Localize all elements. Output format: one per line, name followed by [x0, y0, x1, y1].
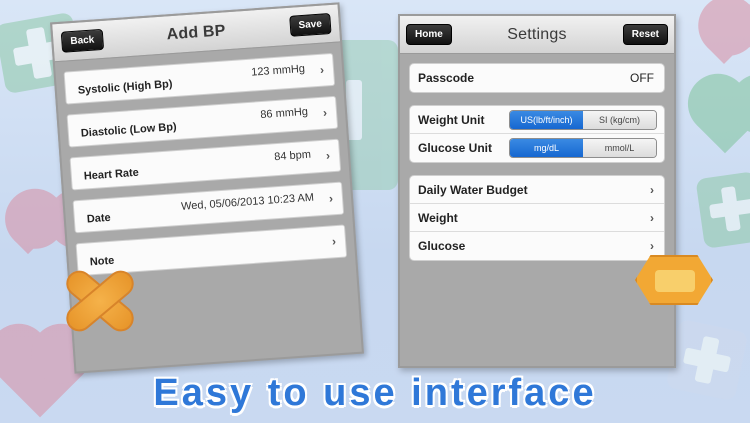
- chevron-right-icon: ›: [322, 105, 328, 120]
- hex-bandage-icon: [635, 255, 713, 305]
- heart-decoration: [707, 30, 741, 64]
- menu-group: Daily Water Budget › Weight › Glucose ›: [409, 175, 665, 261]
- page-title: Add BP: [166, 21, 227, 43]
- heart-rate-row[interactable]: Heart Rate 84 bpm ›: [69, 138, 342, 191]
- passcode-row[interactable]: Passcode OFF: [410, 64, 664, 92]
- settings-navbar: Home Settings Reset: [400, 16, 674, 54]
- page-title: Settings: [507, 25, 567, 43]
- chevron-right-icon: ›: [331, 234, 337, 249]
- units-group: Weight Unit US(lb/ft/inch) SI (kg/cm) Gl…: [409, 105, 665, 163]
- weight-unit-segmented-control: US(lb/ft/inch) SI (kg/cm): [509, 110, 657, 130]
- segment-mmoll[interactable]: mmol/L: [583, 139, 656, 157]
- date-row[interactable]: Date Wed, 05/06/2013 10:23 AM ›: [72, 181, 345, 234]
- glucose-unit-label: Glucose Unit: [418, 141, 493, 155]
- home-button[interactable]: Home: [406, 24, 452, 45]
- menu-item-label: Glucose: [418, 239, 466, 253]
- weight-unit-row: Weight Unit US(lb/ft/inch) SI (kg/cm): [410, 106, 664, 134]
- chevron-right-icon: ›: [325, 148, 331, 163]
- bp-fields-list: Systolic (High Bp) 123 mmHg › Diastolic …: [55, 42, 357, 296]
- field-label: Diastolic (Low Bp): [80, 120, 178, 140]
- save-button[interactable]: Save: [288, 12, 332, 37]
- diastolic-row[interactable]: Diastolic (Low Bp) 86 mmHg ›: [66, 95, 339, 148]
- glucose-unit-row: Glucose Unit mg/dL mmol/L: [410, 134, 664, 162]
- field-value: 84 bpm: [273, 148, 312, 164]
- glucose-unit-segmented-control: mg/dL mmol/L: [509, 138, 657, 158]
- settings-screen: Home Settings Reset Passcode OFF Weight …: [398, 14, 676, 368]
- chevron-right-icon: ›: [319, 62, 325, 77]
- segment-us[interactable]: US(lb/ft/inch): [510, 111, 583, 129]
- menu-item-daily-water-budget[interactable]: Daily Water Budget ›: [410, 176, 664, 204]
- cross-card-decoration: [695, 171, 750, 249]
- chevron-right-icon: ›: [650, 239, 654, 253]
- heart-decoration: [696, 96, 750, 154]
- segment-si[interactable]: SI (kg/cm): [583, 111, 656, 129]
- field-value: Wed, 05/06/2013 10:23 AM: [180, 191, 315, 213]
- field-value: 86 mmHg: [259, 105, 309, 122]
- passcode-group: Passcode OFF: [409, 63, 665, 93]
- chevron-right-icon: ›: [328, 191, 334, 206]
- heart-decoration: [13, 225, 43, 255]
- field-label: Note: [89, 254, 115, 269]
- field-label: Heart Rate: [83, 166, 140, 183]
- chevron-right-icon: ›: [650, 210, 654, 225]
- segment-mgdl[interactable]: mg/dL: [510, 139, 583, 157]
- menu-item-label: Daily Water Budget: [418, 182, 528, 197]
- passcode-label: Passcode: [418, 71, 475, 85]
- chevron-right-icon: ›: [650, 182, 654, 197]
- weight-unit-label: Weight Unit: [418, 112, 485, 127]
- systolic-row[interactable]: Systolic (High Bp) 123 mmHg ›: [63, 52, 336, 105]
- back-button[interactable]: Back: [60, 28, 105, 53]
- menu-item-label: Weight: [418, 210, 458, 225]
- field-value: 123 mmHg: [250, 62, 306, 79]
- note-row[interactable]: Note ›: [75, 224, 348, 277]
- passcode-value: OFF: [630, 71, 654, 85]
- slogan-text: Easy to use interface: [153, 372, 597, 414]
- reset-button[interactable]: Reset: [622, 24, 668, 45]
- menu-item-weight[interactable]: Weight ›: [410, 204, 664, 232]
- field-label: Date: [86, 211, 112, 226]
- field-label: Systolic (High Bp): [77, 78, 173, 97]
- menu-item-glucose[interactable]: Glucose ›: [410, 232, 664, 260]
